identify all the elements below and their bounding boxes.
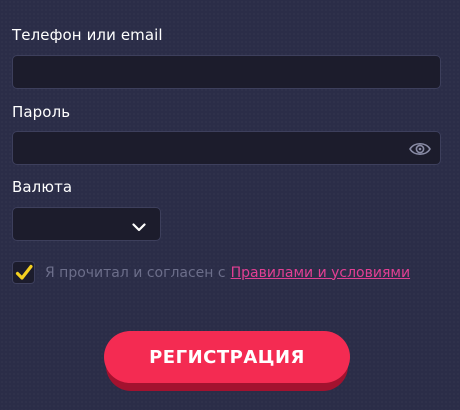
terms-link[interactable]: Правилами и условиями — [231, 265, 410, 281]
terms-text: Я прочитал и согласен с — [45, 264, 226, 281]
terms-checkbox[interactable] — [12, 261, 35, 284]
currency-label: Валюта — [12, 178, 73, 196]
eye-icon[interactable] — [408, 139, 432, 159]
password-label: Пароль — [12, 103, 71, 121]
phone-email-input[interactable] — [13, 56, 440, 88]
chevron-down-icon — [132, 218, 146, 232]
register-button-wrap: РЕГИСТРАЦИЯ — [104, 331, 350, 391]
currency-select[interactable] — [12, 207, 161, 241]
phone-email-field-box — [12, 55, 441, 89]
phone-email-label: Телефон или email — [12, 26, 163, 44]
password-input[interactable] — [13, 132, 440, 164]
registration-form: Телефон или email Пароль Валюта Я прочит… — [0, 0, 460, 410]
password-field-box — [12, 131, 441, 165]
checkmark-icon — [15, 264, 33, 280]
register-button[interactable]: РЕГИСТРАЦИЯ — [104, 331, 350, 383]
terms-agreement: Я прочитал и согласен с Правилами и усло… — [12, 261, 410, 284]
